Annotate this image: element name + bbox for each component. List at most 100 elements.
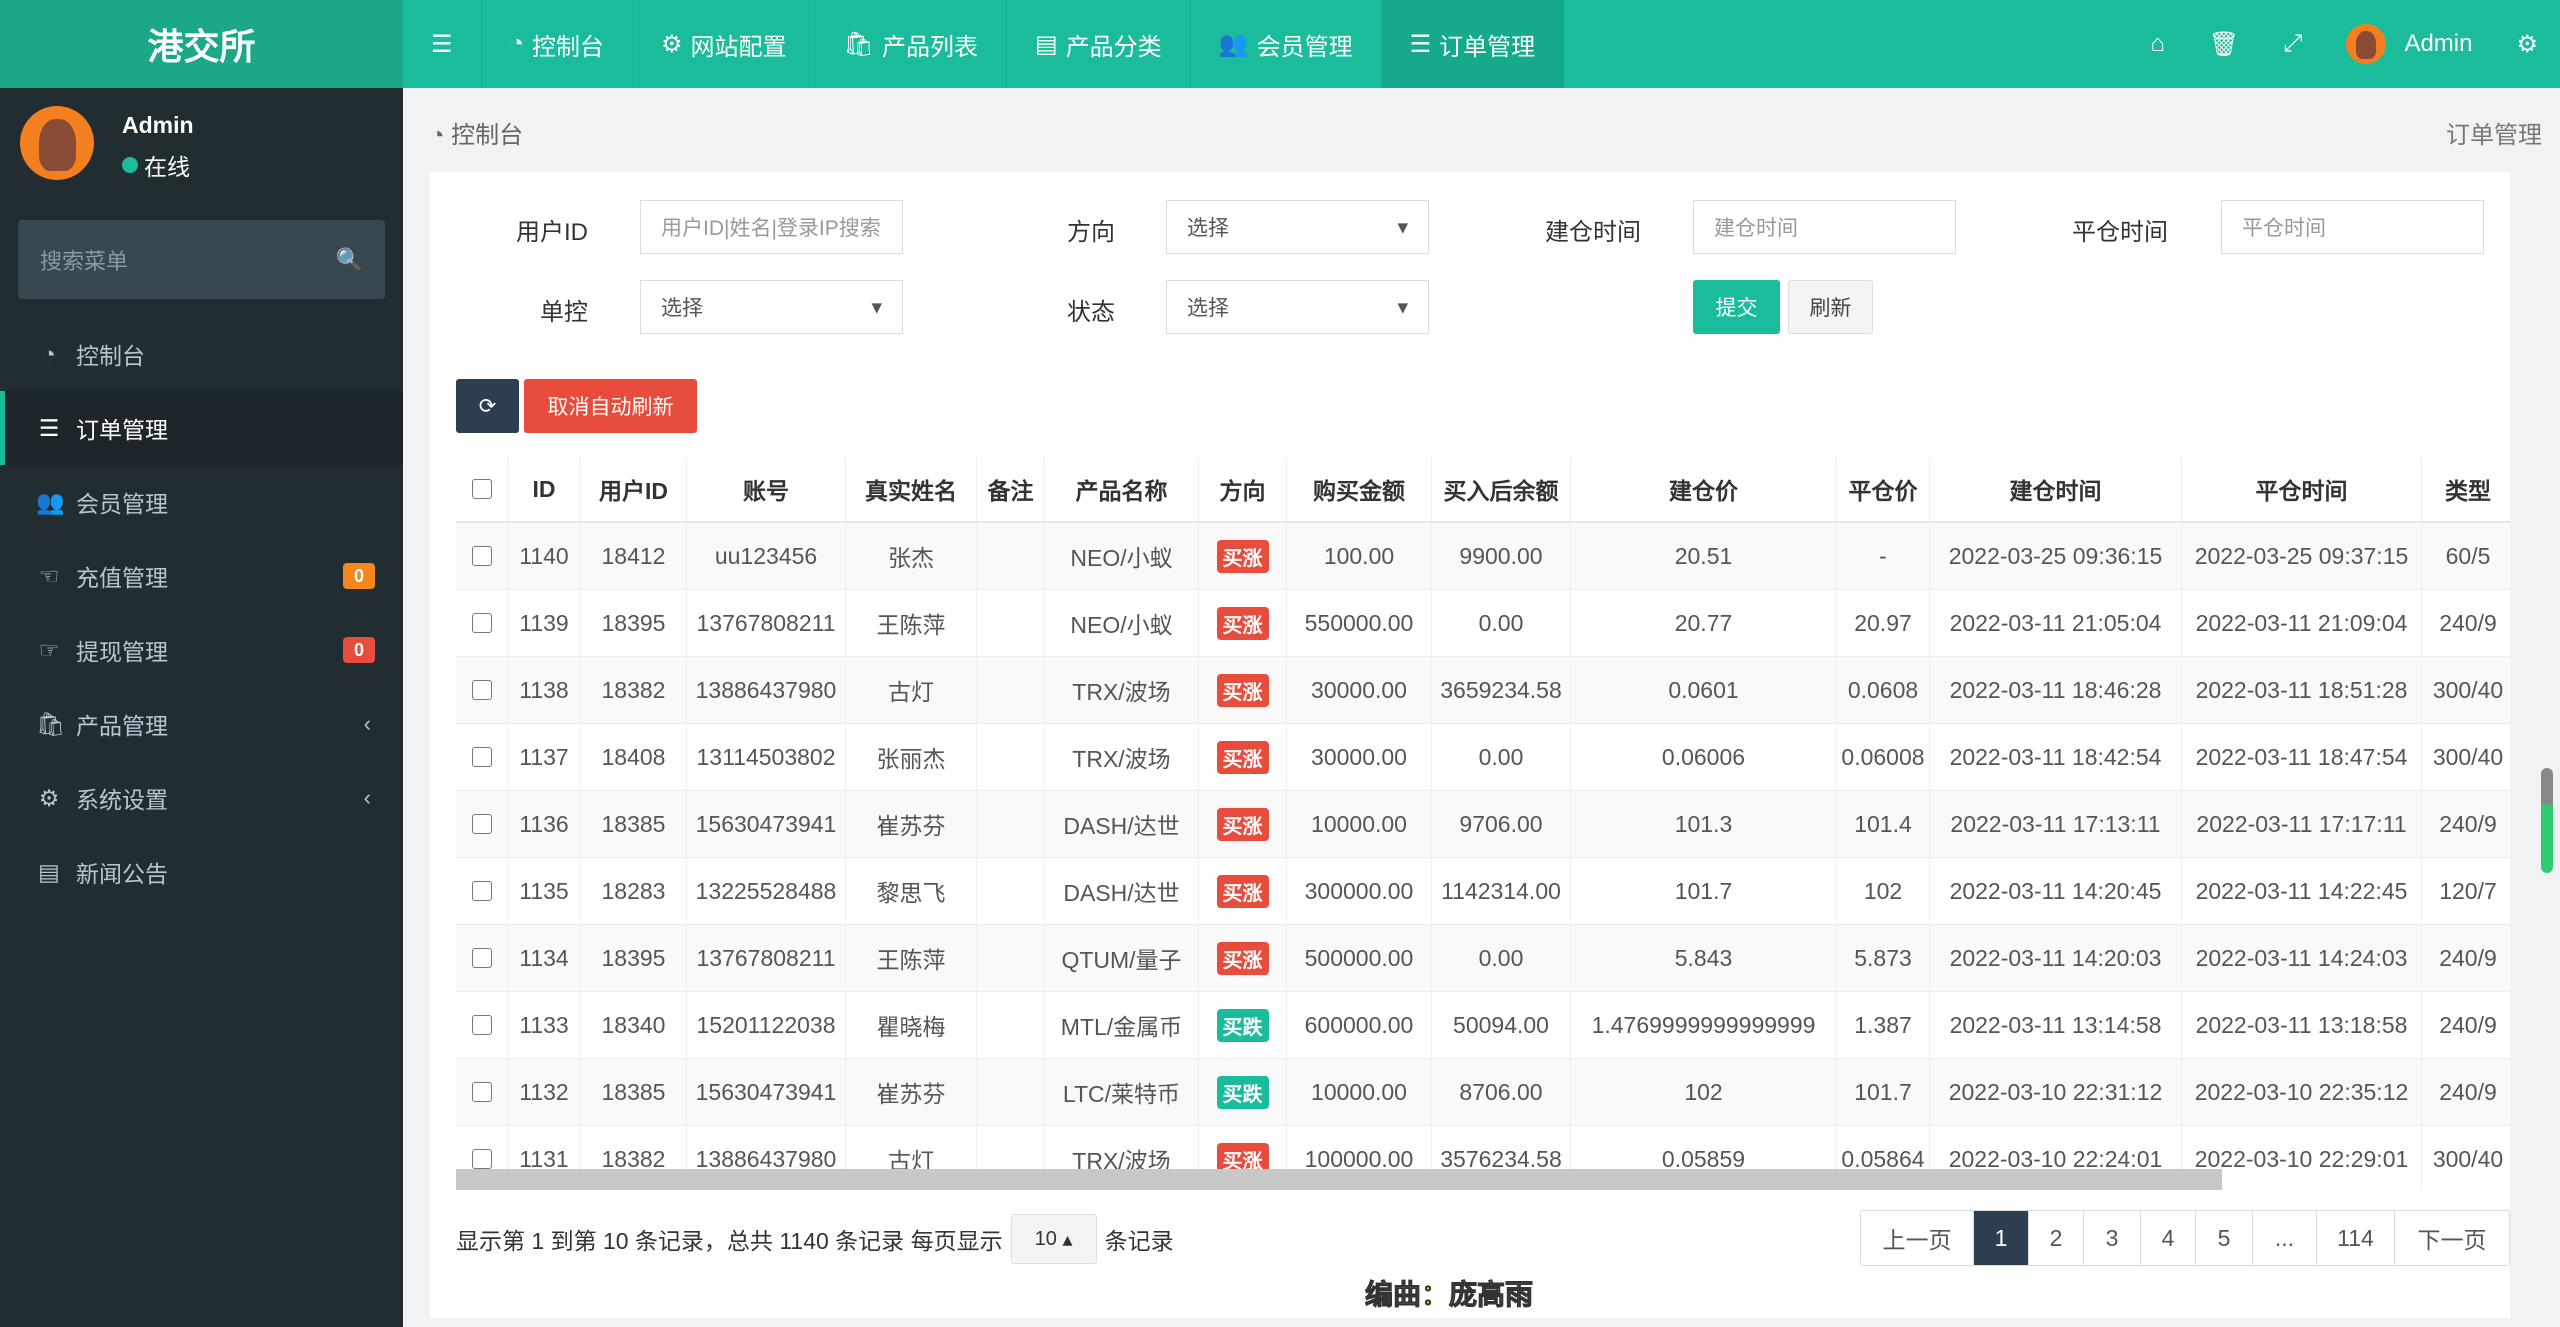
column-header[interactable]: 用户ID [581,457,687,521]
sidebar-toggle-button[interactable]: ☰ [403,0,482,88]
close-time-input[interactable]: 平仓时间 [2221,200,2484,254]
column-header[interactable]: 真实姓名 [846,457,977,521]
row-checkbox[interactable] [471,814,492,834]
sidebar-item[interactable]: ☰ 订单管理 [0,391,403,465]
column-header[interactable]: 方向 [1199,457,1287,521]
table-cell: - [1837,523,1930,589]
topnav-site-config[interactable]: ⚙ 网站配置 [633,0,816,88]
home-icon[interactable]: ⌂ [2150,30,2165,58]
column-header[interactable]: 备注 [977,457,1045,521]
user-menu[interactable]: Admin [2346,24,2472,64]
column-header[interactable]: 类型 [2422,457,2510,521]
page-size-select[interactable]: 10 ▴ [1010,1214,1097,1264]
sidebar-item[interactable]: ◔ 控制台 [0,317,403,391]
cancel-auto-refresh-button[interactable]: 取消自动刷新 [524,379,697,433]
column-header[interactable]: 平仓价 [1837,457,1930,521]
table-cell: 550000.00 [1287,590,1432,656]
row-select-cell [456,858,508,924]
prev-page-button[interactable]: 上一页 [1861,1211,1974,1265]
row-checkbox[interactable] [471,613,492,633]
table-cell: 1136 [508,791,581,857]
row-checkbox[interactable] [471,881,492,901]
vertical-scrollbar[interactable] [2541,768,2553,873]
row-checkbox[interactable] [471,1082,492,1102]
submit-button[interactable]: 提交 [1693,280,1780,334]
table-cell: 买涨 [1199,523,1287,589]
table-cell: 0.06008 [1837,724,1930,790]
column-header[interactable]: ID [508,457,581,521]
row-checkbox[interactable] [471,1015,492,1035]
topnav-orders[interactable]: ☰ 订单管理 [1381,0,1565,88]
row-checkbox[interactable] [471,546,492,566]
select-all-checkbox[interactable] [471,479,492,499]
horizontal-scrollbar[interactable] [456,1169,2222,1190]
brand-logo[interactable]: 港交所 [0,0,403,88]
table-cell: 买涨 [1199,590,1287,656]
topnav-product-category[interactable]: ▤ 产品分类 [1007,0,1191,88]
page-button[interactable]: 3 [2084,1211,2141,1265]
row-checkbox[interactable] [471,747,492,767]
table-cell: 王陈萍 [846,925,977,991]
open-time-input[interactable]: 建仓时间 [1693,200,1956,254]
table-cell [977,1059,1045,1125]
column-header[interactable]: 购买金额 [1287,457,1432,521]
users-icon: 👥 [36,488,65,515]
sidebar-item[interactable]: ☞ 提现管理 0 [0,613,403,687]
sidebar-item[interactable]: ▤ 新闻公告 [0,835,403,909]
column-header[interactable]: 买入后余额 [1432,457,1571,521]
control-select[interactable]: 选择 ▾ [640,280,903,334]
table-cell: 600000.00 [1287,992,1432,1058]
page-button[interactable]: 1 [1974,1211,2029,1265]
page-button[interactable]: 114 [2317,1211,2395,1265]
breadcrumb[interactable]: ◔ 控制台 [430,115,523,150]
column-header[interactable]: 建仓时间 [1930,457,2182,521]
user-id-input[interactable]: 用户ID|姓名|登录IP搜索 [640,200,903,254]
topnav-product-list[interactable]: 🛍 产品列表 [816,0,1007,88]
sidebar-item[interactable]: 🛍 产品管理 ‹ [0,687,403,761]
column-header[interactable]: 产品名称 [1045,457,1199,521]
row-checkbox[interactable] [471,948,492,968]
topnav-members[interactable]: 👥 会员管理 [1191,0,1382,88]
table-cell: 崔苏芬 [846,1059,977,1125]
row-checkbox[interactable] [471,1149,492,1169]
menu-search-input[interactable]: 搜索菜单 🔍 [18,220,385,299]
table-cell: 1142314.00 [1432,858,1571,924]
page-button[interactable]: 2 [2029,1211,2084,1265]
trash-icon[interactable]: 🗑 [2209,30,2239,59]
page-button[interactable]: 5 [2196,1211,2253,1265]
refresh-button[interactable]: ⟳ [456,379,519,433]
fullscreen-icon[interactable]: ⤢ [2283,30,2302,58]
count-badge: 0 [343,563,375,589]
user-avatar [20,106,94,180]
status-select[interactable]: 选择 ▾ [1166,280,1429,334]
sidebar-item[interactable]: ⚙ 系统设置 ‹ [0,761,403,835]
table-cell: 2022-03-11 14:20:03 [1930,925,2182,991]
ordered-list-icon: ☰ [1409,30,1432,58]
table-cell: 1133 [508,992,581,1058]
topnav-dashboard[interactable]: ◔ 控制台 [482,0,634,88]
table-cell: 240/9 [2422,992,2510,1058]
cogs-icon[interactable]: ⚙ [2516,30,2538,59]
reset-button[interactable]: 刷新 [1788,280,1873,334]
sidebar-item[interactable]: 👥 会员管理 [0,465,403,539]
gear-icon: ⚙ [661,30,683,58]
table-cell: 500000.00 [1287,925,1432,991]
direction-select[interactable]: 选择 ▾ [1166,200,1429,254]
select-all-cell [456,457,508,521]
page-button[interactable]: 4 [2141,1211,2196,1265]
table-cell: uu123456 [687,523,846,589]
row-checkbox[interactable] [471,680,492,700]
table-cell: 2022-03-11 21:09:04 [2182,590,2422,656]
online-dot-icon [122,157,138,173]
sidebar-item[interactable]: ☜ 充值管理 0 [0,539,403,613]
column-header[interactable]: 账号 [687,457,846,521]
search-icon[interactable]: 🔍 [336,247,363,273]
column-header[interactable]: 平仓时间 [2182,457,2422,521]
table-cell: 20.77 [1571,590,1837,656]
table-cell: 2022-03-11 17:17:11 [2182,791,2422,857]
direction-badge: 买涨 [1216,606,1269,640]
next-page-button[interactable]: 下一页 [2395,1211,2509,1265]
table-cell: 买跌 [1199,992,1287,1058]
column-header[interactable]: 建仓价 [1571,457,1837,521]
table-row: 1139 18395 13767808211 王陈萍 NEO/小蚁 买涨 550000.00… [456,590,2510,657]
